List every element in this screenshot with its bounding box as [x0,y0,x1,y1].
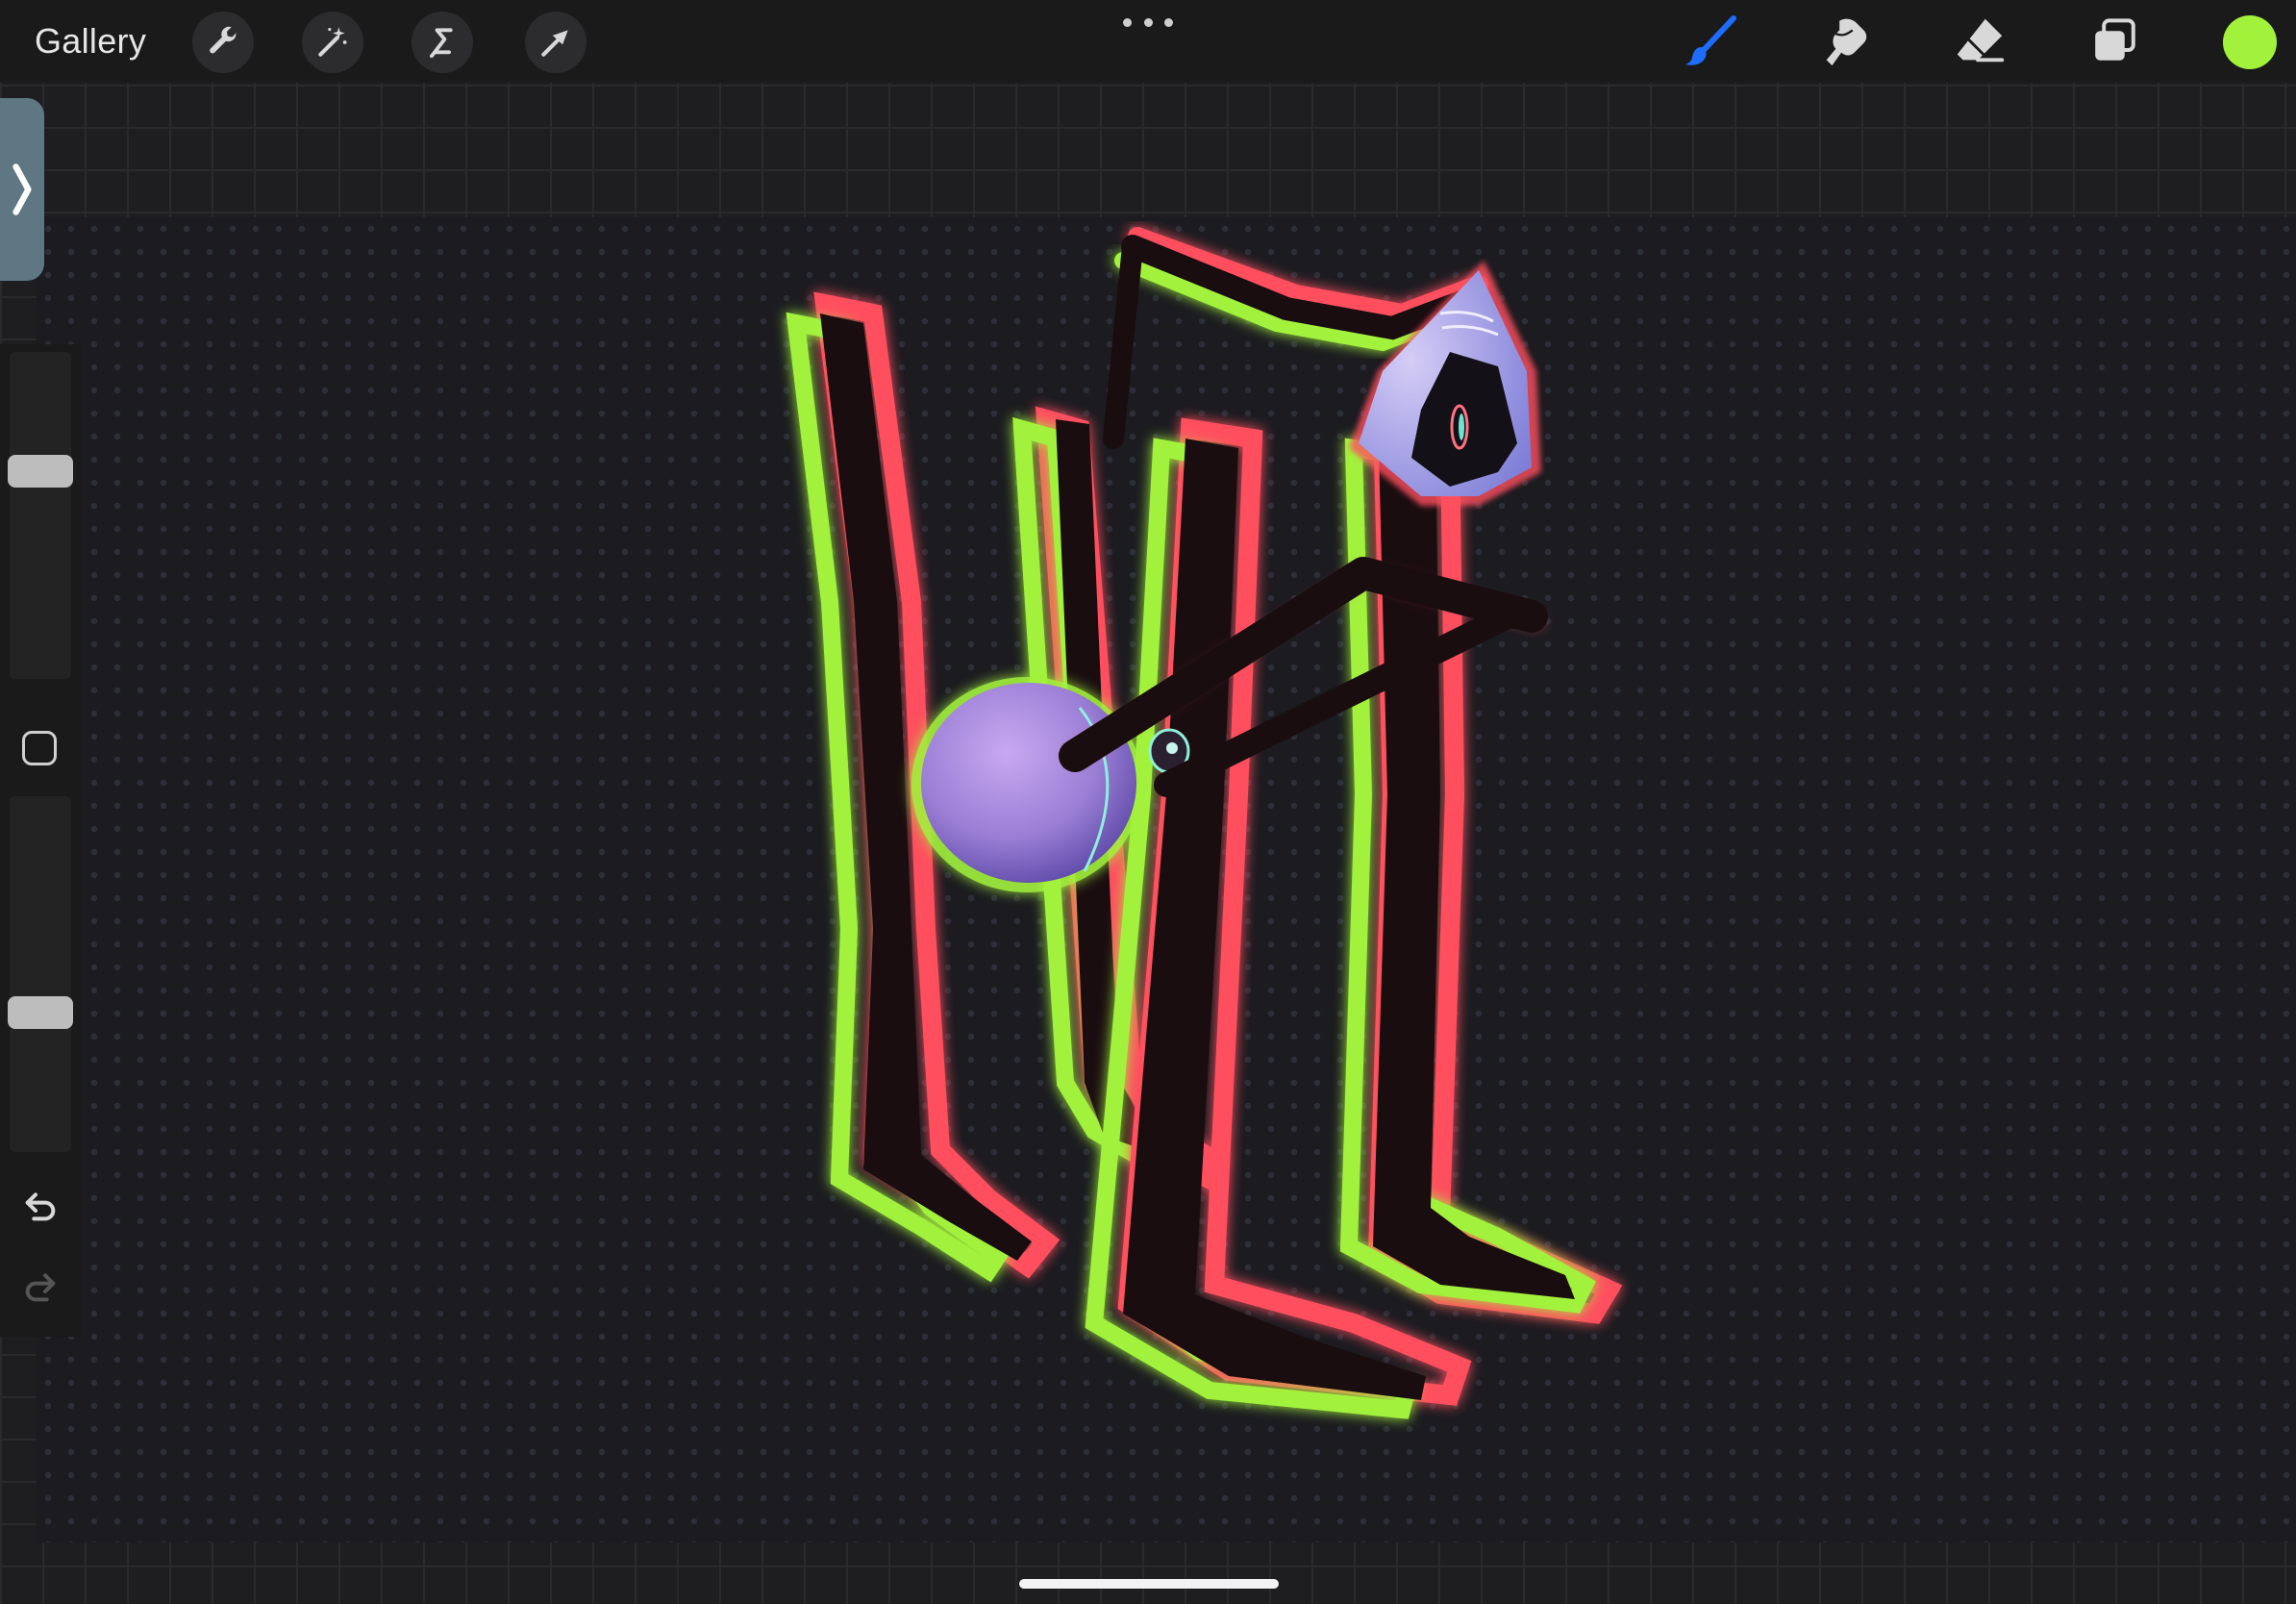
arrow-cursor-icon [541,30,568,57]
wrench-icon [210,26,237,54]
redo-arrow-icon [25,1273,56,1302]
artwork-spider-creature [786,227,1623,1419]
transform-button[interactable] [525,12,586,73]
left-sidebar [0,344,81,1337]
selection-s-icon [430,28,453,59]
opacity-slider-track[interactable] [8,796,73,1152]
adjustments-button[interactable] [302,12,363,73]
opacity-slider-thumb[interactable] [8,996,73,1029]
ellipsis-dot [1143,17,1153,27]
selection-button[interactable] [412,12,473,73]
layers-tool-button[interactable] [2083,10,2146,73]
top-toolbar: Gallery [0,0,2296,83]
ellipsis-dot [1123,17,1132,27]
more-options-button[interactable] [1123,8,1173,37]
brush-icon [1685,15,1736,65]
procreate-app: Gallery [0,0,2296,1604]
undo-arrow-icon [25,1192,56,1221]
leg-back-right [1339,406,1623,1324]
sidebar-toggle-button[interactable] [0,98,44,281]
brush-tool-button[interactable] [1679,10,1742,73]
home-indicator[interactable] [1019,1579,1279,1589]
brush-size-slider-track[interactable] [8,352,73,679]
brush-size-slider-thumb[interactable] [8,455,73,488]
magic-wand-icon [318,27,347,57]
ellipsis-dot [1164,17,1173,27]
redo-button[interactable] [17,1264,63,1310]
actions-button[interactable] [192,12,254,73]
drawing-canvas[interactable] [37,217,2296,1542]
color-picker-swatch[interactable] [2223,15,2277,69]
smudge-tool-button[interactable] [1813,10,1877,73]
gallery-button[interactable]: Gallery [35,17,146,65]
eraser-tool-button[interactable] [1948,10,2011,73]
chevron-right-icon [12,163,32,215]
eraser-icon [1957,18,2005,63]
undo-button[interactable] [17,1183,63,1229]
smudge-finger-icon [1826,18,1867,66]
modify-button[interactable] [22,731,57,765]
layers-icon [2095,18,2135,61]
